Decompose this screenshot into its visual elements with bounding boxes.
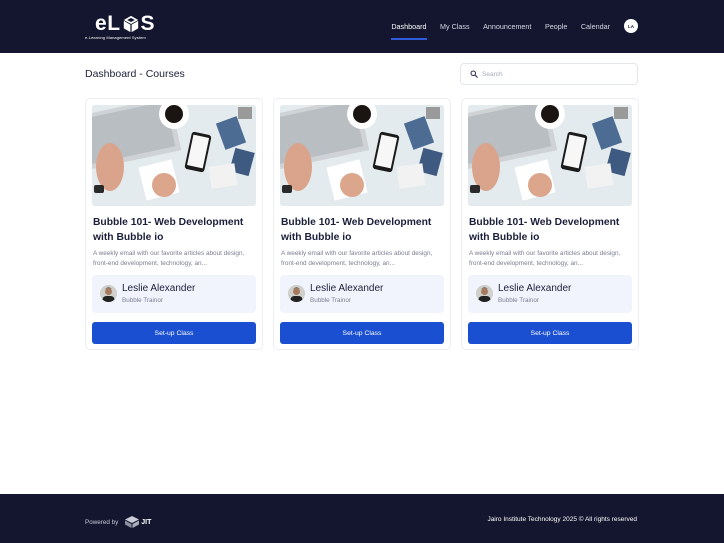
jit-logo-icon: [125, 516, 140, 528]
course-thumbnail: [92, 105, 256, 206]
nav-calendar[interactable]: Calendar: [581, 22, 610, 31]
trainer-role: Bubble Trainor: [122, 297, 163, 304]
brand-wordmark: eL S: [95, 12, 156, 35]
course-title[interactable]: Bubble 101- Web Development with Bubble …: [281, 215, 446, 245]
main-nav: Dashboard My Class Announcement People C…: [378, 19, 638, 40]
search-icon: [470, 70, 478, 78]
trainer-info: Leslie Alexander Bubble Trainor: [92, 275, 256, 313]
nav-people[interactable]: People: [545, 22, 567, 31]
search-box[interactable]: [460, 63, 638, 85]
course-thumbnail: [468, 105, 632, 206]
trainer-name: Leslie Alexander: [122, 283, 196, 294]
course-card: Bubble 101- Web Development with Bubble …: [273, 98, 451, 350]
brand-logo[interactable]: eL S e-Learning Management System: [85, 12, 165, 42]
powered-by: Powered by JIT: [85, 516, 151, 528]
page-title: Dashboard - Courses: [85, 68, 185, 80]
course-title[interactable]: Bubble 101- Web Development with Bubble …: [469, 215, 634, 245]
cube-logo-icon: [123, 15, 138, 33]
course-title[interactable]: Bubble 101- Web Development with Bubble …: [93, 215, 258, 245]
user-avatar[interactable]: LA: [624, 19, 638, 33]
top-navbar: eL S e-Learning Management System Dashbo…: [0, 0, 724, 53]
nav-announcement[interactable]: Announcement: [483, 22, 531, 31]
nav-dashboard[interactable]: Dashboard: [391, 22, 427, 40]
brand-tagline: e-Learning Management System: [85, 35, 146, 40]
setup-class-button[interactable]: Set-up Class: [468, 322, 632, 344]
trainer-info: Leslie Alexander Bubble Trainor: [468, 275, 632, 313]
trainer-avatar: [288, 285, 305, 302]
search-input[interactable]: [482, 70, 632, 78]
course-description: A weekly email with our favorite article…: [281, 250, 433, 267]
trainer-role: Bubble Trainor: [498, 297, 539, 304]
course-description: A weekly email with our favorite article…: [93, 250, 245, 267]
jit-logo[interactable]: JIT: [125, 516, 151, 528]
course-description: A weekly email with our favorite article…: [469, 250, 621, 267]
course-card: Bubble 101- Web Development with Bubble …: [461, 98, 639, 350]
footer: Powered by JIT Jairo Institute Technolog…: [0, 494, 724, 543]
setup-class-button[interactable]: Set-up Class: [280, 322, 444, 344]
nav-my-class[interactable]: My Class: [440, 22, 470, 31]
course-card: Bubble 101- Web Development with Bubble …: [85, 98, 263, 350]
setup-class-button[interactable]: Set-up Class: [92, 322, 256, 344]
trainer-role: Bubble Trainor: [310, 297, 351, 304]
trainer-info: Leslie Alexander Bubble Trainor: [280, 275, 444, 313]
trainer-name: Leslie Alexander: [498, 283, 572, 294]
trainer-name: Leslie Alexander: [310, 283, 384, 294]
trainer-avatar: [100, 285, 117, 302]
copyright: Jairo Institute Technology 2025 © All ri…: [487, 516, 637, 523]
jit-logo-text: JIT: [141, 518, 152, 526]
powered-by-label: Powered by: [85, 518, 119, 526]
course-thumbnail: [280, 105, 444, 206]
trainer-avatar: [476, 285, 493, 302]
